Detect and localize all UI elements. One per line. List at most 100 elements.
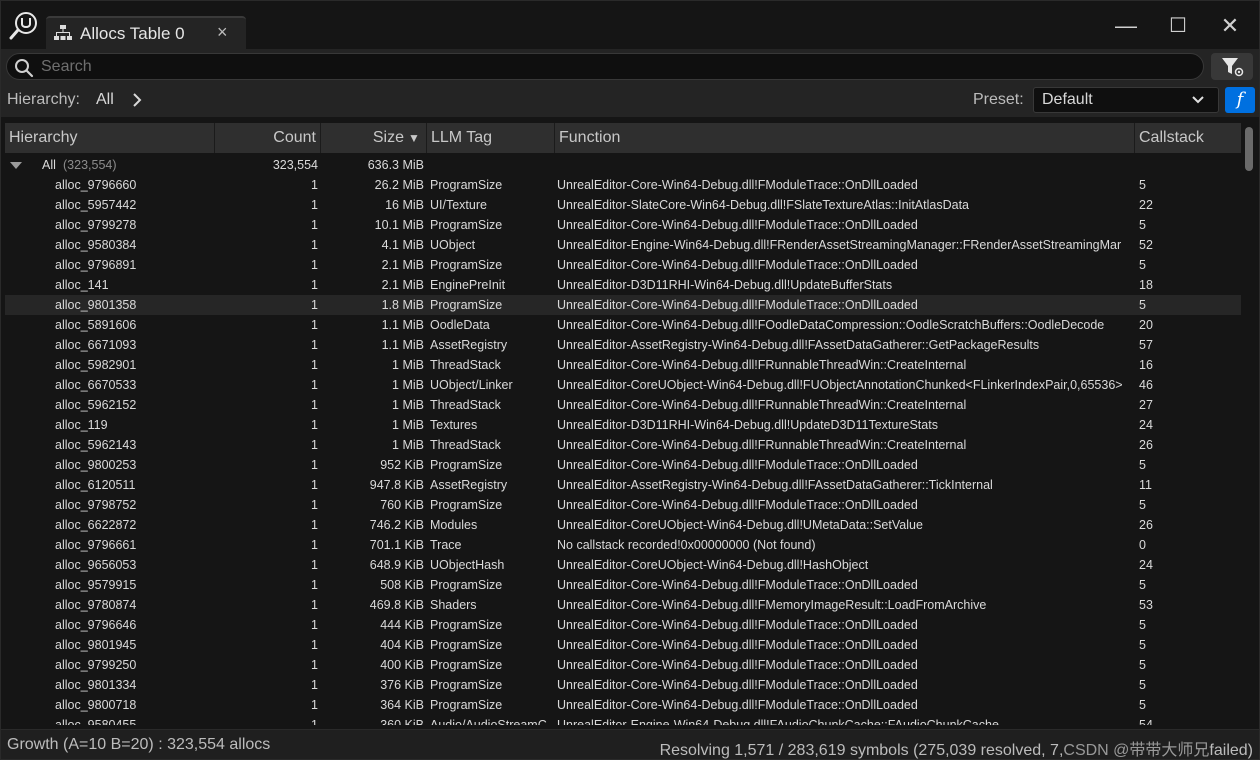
cell-function: UnrealEditor-Engine-Win64-Debug.dll!FAud… — [557, 718, 999, 725]
cell-count: 1 — [311, 678, 318, 692]
hierarchy-breadcrumb-all[interactable]: All — [96, 91, 114, 109]
unreal-engine-logo-icon[interactable] — [9, 11, 39, 41]
hierarchy-label: Hierarchy: — [7, 91, 80, 108]
cell-function: UnrealEditor-Core-Win64-Debug.dll!FMemor… — [557, 598, 987, 612]
table-row[interactable]: alloc_119 1 1 MiB Textures UnrealEditor-D3D1… — [5, 415, 1241, 435]
cell-tag: ProgramSize — [430, 678, 503, 692]
table-row[interactable]: alloc_9580455 1 360 KiB Audio/AudioStreamC U… — [5, 715, 1241, 725]
cell-tag: AssetRegistry — [430, 338, 508, 352]
table-row[interactable]: alloc_9796661 1 701.1 KiB Trace No callstack… — [5, 535, 1241, 555]
table-row[interactable]: alloc_9796891 1 2.1 MiB ProgramSize UnrealEd… — [5, 255, 1241, 275]
column-header-llm-tag[interactable]: LLM Tag — [427, 123, 555, 153]
cell-callstack: 20 — [1139, 318, 1153, 332]
cell-name: alloc_5962143 — [55, 438, 137, 452]
table-row[interactable]: alloc_9780874 1 469.8 KiB Shaders UnrealEdit… — [5, 595, 1241, 615]
cell-count: 1 — [311, 238, 318, 252]
preset-dropdown[interactable]: Default — [1033, 87, 1219, 113]
column-header-hierarchy[interactable]: Hierarchy — [5, 123, 215, 153]
table-row[interactable]: alloc_9580384 1 4.1 MiB UObject UnrealEditor… — [5, 235, 1241, 255]
table-row[interactable]: alloc_9801945 1 404 KiB ProgramSize UnrealEd… — [5, 635, 1241, 655]
cell-function: UnrealEditor-Engine-Win64-Debug.dll!FRen… — [557, 238, 1122, 252]
minimize-button[interactable]: — — [1111, 11, 1141, 41]
cell-name: alloc_6671093 — [55, 338, 137, 352]
cell-tag: Modules — [430, 518, 478, 532]
table-row[interactable]: alloc_9800718 1 364 KiB ProgramSize UnrealEd… — [5, 695, 1241, 715]
cell-name: alloc_9780874 — [55, 598, 137, 612]
title-bar: Allocs Table 0 × — ☐ ✕ — [1, 1, 1259, 49]
vertical-scrollbar[interactable] — [1243, 125, 1255, 725]
table-row[interactable]: alloc_9800253 1 952 KiB ProgramSize UnrealEd… — [5, 455, 1241, 475]
cell-tag: ThreadStack — [430, 398, 501, 412]
column-header-callstack[interactable]: Callstack — [1135, 123, 1241, 153]
search-input[interactable] — [41, 56, 1191, 78]
table-row[interactable]: alloc_9796660 1 26.2 MiB ProgramSize UnrealE… — [5, 175, 1241, 195]
cell-function: UnrealEditor-SlateCore-Win64-Debug.dll!F… — [557, 198, 969, 212]
table-row[interactable]: alloc_9656053 1 648.9 KiB UObjectHash Unreal… — [5, 555, 1241, 575]
table-row[interactable]: alloc_5982901 1 1 MiB ThreadStack UnrealEdit… — [5, 355, 1241, 375]
cell-tag: ProgramSize — [430, 638, 503, 652]
table-row[interactable]: alloc_5962152 1 1 MiB ThreadStack UnrealEdit… — [5, 395, 1241, 415]
breadcrumb-chevron-right-icon[interactable] — [131, 91, 143, 114]
preset-label: Preset: — [973, 91, 1024, 108]
cell-name: alloc_5957442 — [55, 198, 137, 212]
cell-callstack: 5 — [1139, 498, 1146, 512]
table-row[interactable]: alloc_6622872 1 746.2 KiB Modules UnrealEdit… — [5, 515, 1241, 535]
maximize-button[interactable]: ☐ — [1163, 11, 1193, 41]
tab-allocs-table[interactable]: Allocs Table 0 × — [46, 16, 246, 49]
cell-tag: Trace — [430, 538, 462, 552]
cell-name: alloc_9656053 — [55, 558, 137, 572]
cell-callstack: 5 — [1139, 578, 1146, 592]
scrollbar-thumb[interactable] — [1245, 127, 1253, 171]
table-header: Hierarchy Count Size ▼ LLM Tag Function … — [5, 123, 1241, 153]
table-row[interactable]: alloc_6671093 1 1.1 MiB AssetRegistry Unreal… — [5, 335, 1241, 355]
cell-name: alloc_9800253 — [55, 458, 137, 472]
table-row[interactable]: alloc_5957442 1 16 MiB UI/Texture UnrealEdit… — [5, 195, 1241, 215]
cell-name: alloc_5982901 — [55, 358, 137, 372]
cell-function: UnrealEditor-AssetRegistry-Win64-Debug.d… — [557, 478, 993, 492]
cell-count: 1 — [311, 658, 318, 672]
table-row[interactable]: alloc_6670533 1 1 MiB UObject/Linker UnrealE… — [5, 375, 1241, 395]
cell-size: 4.1 MiB — [381, 238, 424, 252]
cell-count: 1 — [311, 718, 318, 725]
cell-name: alloc_5962152 — [55, 398, 137, 412]
cell-size: 376 KiB — [380, 678, 424, 692]
table-row[interactable]: alloc_5891606 1 1.1 MiB OodleData UnrealEdit… — [5, 315, 1241, 335]
table-row[interactable]: alloc_9799278 1 10.1 MiB ProgramSize UnrealE… — [5, 215, 1241, 235]
cell-callstack: 24 — [1139, 558, 1153, 572]
table-row[interactable]: alloc_6120511 1 947.8 KiB AssetRegistry Unre… — [5, 475, 1241, 495]
status-bar: Growth (A=10 B=20) : 323,554 allocs Reso… — [1, 729, 1259, 759]
expand-triangle-icon[interactable] — [9, 155, 23, 175]
cell-name: alloc_6120511 — [55, 478, 136, 492]
cell-tag: UObject/Linker — [430, 378, 513, 392]
table-row[interactable]: alloc_9796646 1 444 KiB ProgramSize UnrealEd… — [5, 615, 1241, 635]
close-window-button[interactable]: ✕ — [1215, 11, 1245, 41]
filter-options-button[interactable] — [1211, 53, 1253, 80]
column-header-count[interactable]: Count — [215, 123, 321, 153]
table-row[interactable]: alloc_141 1 2.1 MiB EnginePreInit UnrealEdit… — [5, 275, 1241, 295]
table-row-root[interactable]: All (323,554) 323,554 636.3 MiB — [5, 155, 1241, 175]
cell-name: alloc_9800718 — [55, 698, 137, 712]
cell-count: 1 — [311, 618, 318, 632]
cell-size: 701.1 KiB — [369, 538, 424, 552]
cell-size: 2.1 MiB — [381, 258, 424, 272]
cell-size: 364 KiB — [380, 698, 424, 712]
cell-callstack: 26 — [1139, 518, 1153, 532]
table-row[interactable]: alloc_9579915 1 508 KiB ProgramSize UnrealEd… — [5, 575, 1241, 595]
tab-close-icon[interactable]: × — [217, 22, 228, 43]
table-row[interactable]: alloc_9801334 1 376 KiB ProgramSize UnrealEd… — [5, 675, 1241, 695]
table-row[interactable]: alloc_9801358 1 1.8 MiB ProgramSize UnrealEd… — [5, 295, 1241, 315]
cell-callstack: 5 — [1139, 218, 1146, 232]
function-button[interactable]: f — [1225, 87, 1255, 113]
table-row[interactable]: alloc_9798752 1 760 KiB ProgramSize UnrealEd… — [5, 495, 1241, 515]
column-header-function[interactable]: Function — [555, 123, 1135, 153]
cell-callstack: 54 — [1139, 718, 1153, 725]
cell-count: 1 — [311, 258, 318, 272]
cell-size: 404 KiB — [380, 638, 424, 652]
status-growth-text: Growth (A=10 B=20) : 323,554 allocs — [7, 736, 271, 753]
cell-callstack: 57 — [1139, 338, 1153, 352]
search-icon — [15, 59, 34, 78]
cell-function: UnrealEditor-Core-Win64-Debug.dll!FRunna… — [557, 358, 967, 372]
cell-count: 1 — [311, 598, 318, 612]
table-row[interactable]: alloc_9799250 1 400 KiB ProgramSize UnrealEd… — [5, 655, 1241, 675]
table-row[interactable]: alloc_5962143 1 1 MiB ThreadStack UnrealEdit… — [5, 435, 1241, 455]
